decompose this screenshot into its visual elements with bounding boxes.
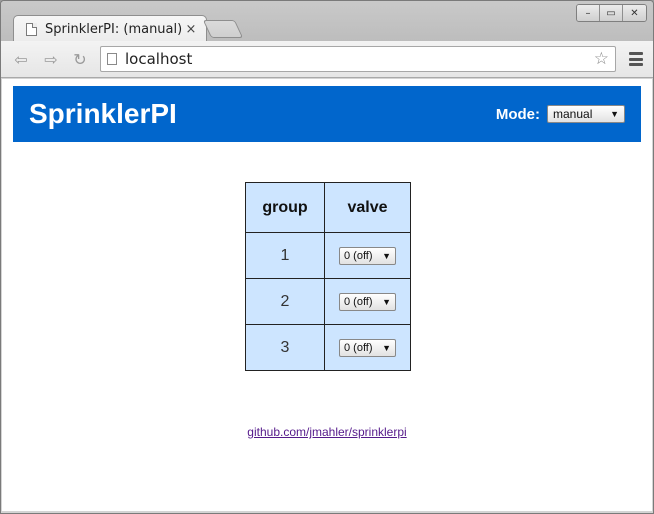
page-content: SprinklerPI Mode: manual ▼ group valve 1 <box>2 79 652 511</box>
window-controls: – ▭ ✕ <box>576 4 647 22</box>
url-text[interactable]: localhost <box>125 50 594 68</box>
valve-select[interactable]: 0 (off) ▼ <box>339 293 396 311</box>
valve-cell: 0 (off) ▼ <box>324 232 411 279</box>
page-icon <box>26 22 37 36</box>
maximize-button[interactable]: ▭ <box>600 5 623 21</box>
address-bar[interactable]: localhost ☆ <box>100 46 616 72</box>
valve-cell: 0 (off) ▼ <box>324 278 411 325</box>
valve-select-value: 0 (off) <box>344 342 373 354</box>
group-cell: 1 <box>245 232 325 279</box>
dropdown-caret-icon: ▼ <box>382 297 391 307</box>
dropdown-caret-icon: ▼ <box>610 109 619 119</box>
menu-icon[interactable] <box>629 52 643 66</box>
mode-label: Mode: <box>495 105 540 123</box>
column-header-group: group <box>245 182 325 233</box>
dropdown-caret-icon: ▼ <box>382 251 391 261</box>
tab-title: SprinklerPI: (manual) <box>45 21 183 37</box>
valve-select-value: 0 (off) <box>344 296 373 308</box>
valve-select[interactable]: 0 (off) ▼ <box>339 247 396 265</box>
mode-select-value: manual <box>553 107 593 121</box>
column-header-valve: valve <box>324 182 411 233</box>
valve-select[interactable]: 0 (off) ▼ <box>339 339 396 357</box>
tab-strip: SprinklerPI: (manual) × – ▭ ✕ <box>1 1 653 42</box>
app-title: SprinklerPI <box>29 98 177 129</box>
forward-icon[interactable]: ⇨ <box>40 49 62 69</box>
mode-select[interactable]: manual ▼ <box>547 105 625 123</box>
table-header-row: group valve <box>245 182 411 233</box>
github-link[interactable]: github.com/jmahler/sprinklerpi <box>2 425 652 439</box>
browser-window: SprinklerPI: (manual) × – ▭ ✕ ⇦ ⇨ ↻ loca… <box>0 0 654 514</box>
close-window-button[interactable]: ✕ <box>623 5 646 21</box>
close-icon[interactable]: × <box>184 22 198 37</box>
group-cell: 2 <box>245 278 325 325</box>
tab-active[interactable]: SprinklerPI: (manual) × <box>13 15 207 42</box>
app-header: SprinklerPI Mode: manual ▼ <box>13 86 641 142</box>
table-row: 2 0 (off) ▼ <box>245 278 411 325</box>
new-tab-button[interactable] <box>202 20 244 38</box>
dropdown-caret-icon: ▼ <box>382 343 391 353</box>
table-row: 1 0 (off) ▼ <box>245 232 411 279</box>
mode-control: Mode: manual ▼ <box>496 105 625 123</box>
back-icon[interactable]: ⇦ <box>10 49 32 69</box>
minimize-button[interactable]: – <box>577 5 600 21</box>
valve-table: group valve 1 0 (off) ▼ 2 0 (off) ▼ 3 0 … <box>245 182 411 371</box>
star-icon[interactable]: ☆ <box>594 49 609 69</box>
reload-icon[interactable]: ↻ <box>69 49 91 69</box>
group-cell: 3 <box>245 324 325 371</box>
browser-toolbar: ⇦ ⇨ ↻ localhost ☆ <box>1 41 653 78</box>
page-icon <box>107 53 117 65</box>
table-row: 3 0 (off) ▼ <box>245 324 411 371</box>
valve-cell: 0 (off) ▼ <box>324 324 411 371</box>
valve-select-value: 0 (off) <box>344 250 373 262</box>
